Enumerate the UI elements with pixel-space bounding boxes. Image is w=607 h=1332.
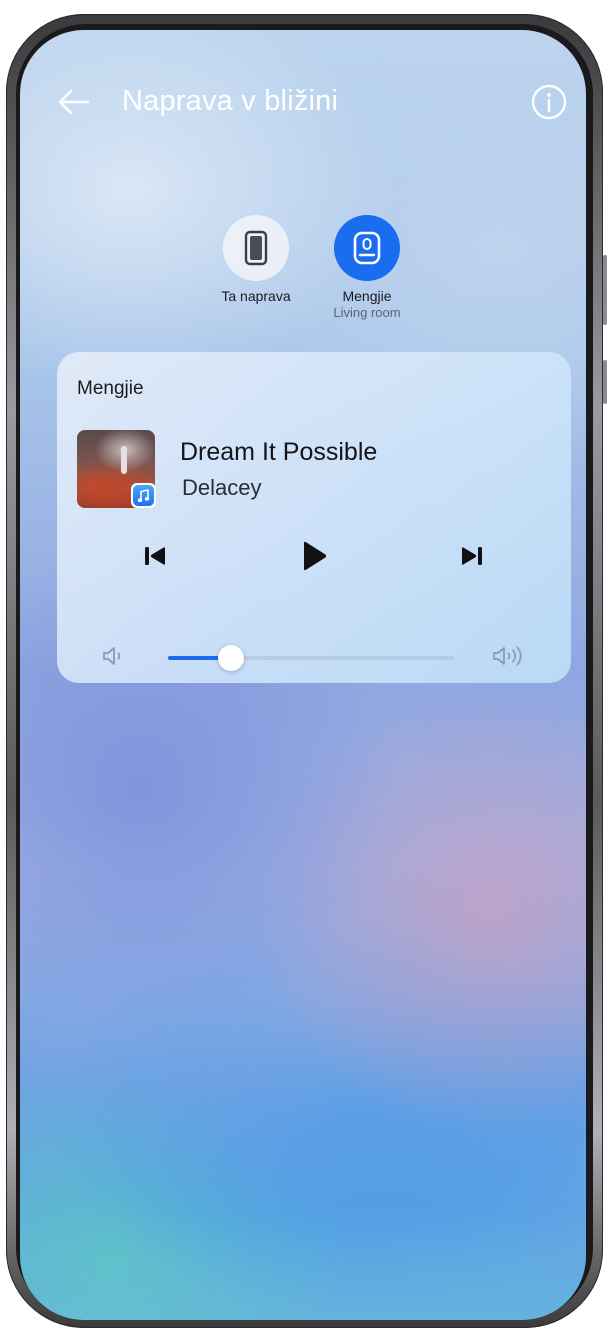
song-title: Dream It Possible xyxy=(180,438,378,466)
volume-high-icon xyxy=(491,644,531,673)
music-note-icon xyxy=(133,485,154,506)
volume-low-icon xyxy=(101,644,129,673)
page-title: Naprava v bližini xyxy=(122,85,339,117)
arrow-left-icon[interactable] xyxy=(56,84,92,120)
header: Naprava v bližini xyxy=(20,82,586,122)
power-button xyxy=(603,360,607,404)
device-this-phone[interactable]: Ta naprava xyxy=(196,215,316,305)
play-icon[interactable] xyxy=(296,538,332,574)
skip-previous-icon[interactable] xyxy=(137,538,173,574)
music-app-badge xyxy=(131,483,156,508)
info-circle-icon[interactable] xyxy=(530,83,568,121)
device-name: Ta naprava xyxy=(221,288,291,304)
volume-slider-thumb[interactable] xyxy=(217,645,244,671)
album-art-figure xyxy=(121,446,127,474)
bottom-glow xyxy=(20,1210,586,1320)
volume-slider[interactable] xyxy=(168,645,454,671)
device-name: Mengjie xyxy=(342,288,392,304)
skip-next-icon[interactable] xyxy=(454,538,490,574)
speaker-icon xyxy=(353,231,381,265)
device-circle-active xyxy=(334,215,400,281)
screen: Naprava v bližini Ta naprava Mengjie Liv… xyxy=(20,30,586,1320)
device-circle xyxy=(223,215,289,281)
song-artist: Delacey xyxy=(182,475,262,500)
volume-button xyxy=(603,255,607,325)
device-location: Living room xyxy=(333,305,401,320)
player-card: Mengjie Dream It Possible Delacey xyxy=(57,352,571,683)
player-device-name: Mengjie xyxy=(77,378,144,399)
device-mengjie-speaker[interactable]: Mengjie Living room xyxy=(307,215,427,321)
phone-icon xyxy=(244,230,268,266)
